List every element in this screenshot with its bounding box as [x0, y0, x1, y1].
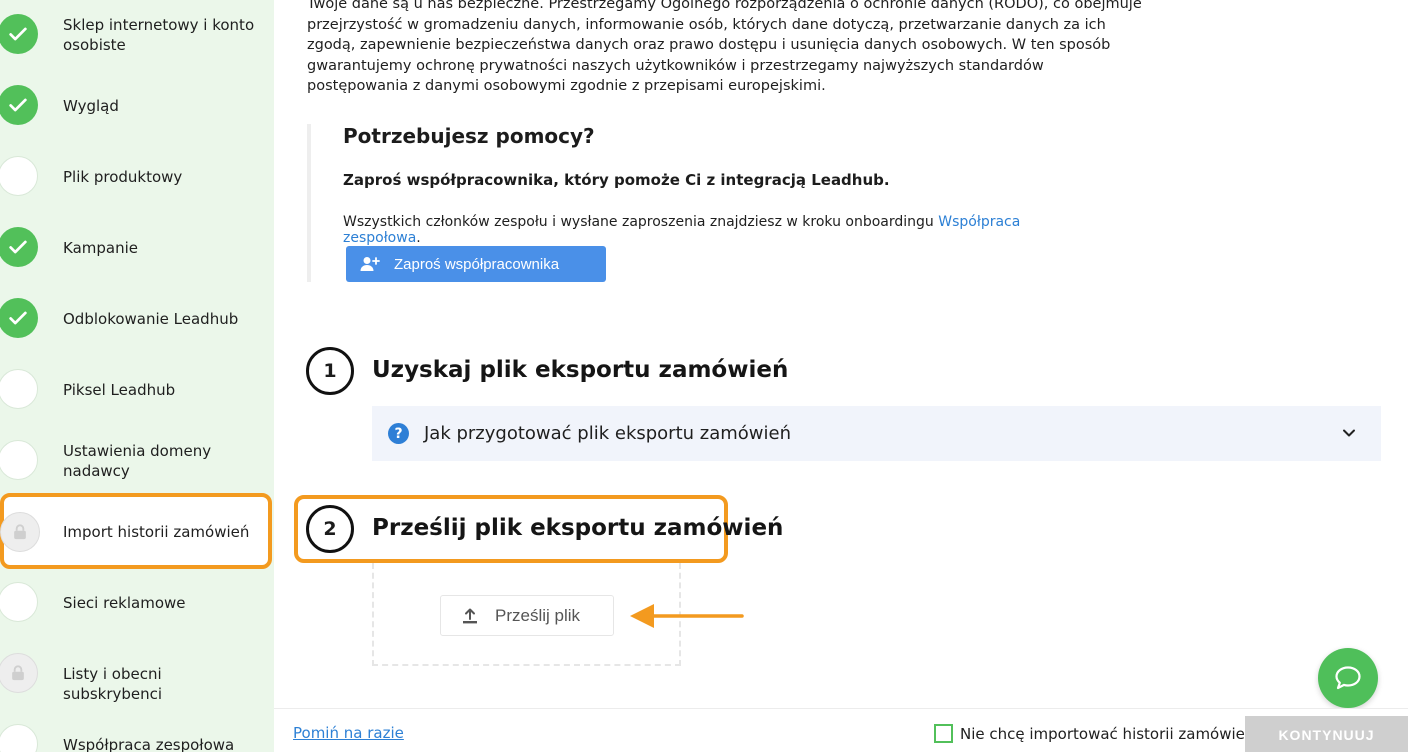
sidebar-step-label: Plik produktowy — [63, 168, 183, 186]
export-instructions-accordion[interactable]: ? Jak przygotować plik eksportu zamówień — [372, 406, 1381, 461]
help-text: Wszystkich członków zespołu i wysłane za… — [343, 214, 1067, 246]
no-import-label: Nie chcę importować historii zamówień — [960, 724, 1255, 743]
bottom-action-bar: Pomiń na razie Nie chcę importować histo… — [274, 708, 1408, 752]
upload-icon — [461, 607, 479, 625]
no-import-option[interactable]: Nie chcę importować historii zamówień — [934, 724, 1254, 743]
chat-button[interactable] — [1318, 648, 1378, 708]
check-icon — [0, 298, 38, 338]
upload-file-label: Prześlij plik — [495, 605, 581, 625]
continue-button[interactable]: KONTYNUUJ — [1245, 716, 1408, 752]
help-title: Potrzebujesz pomocy? — [343, 124, 595, 148]
sidebar-step-lists[interactable]: Listy i obecni subskrybenci — [0, 653, 274, 703]
check-icon — [0, 14, 38, 54]
sidebar-step-label: Import historii zamówień — [63, 523, 250, 541]
empty-circle-icon — [0, 156, 38, 196]
section-2-title: Prześlij plik eksportu zamówień — [372, 515, 784, 541]
invite-collaborator-button[interactable]: Zaproś współpracownika — [346, 246, 606, 282]
sidebar-step-team[interactable]: Współpraca zespołowa — [0, 724, 274, 752]
accordion-label: Jak przygotować plik eksportu zamówień — [424, 423, 791, 444]
sidebar-step-product-file[interactable]: Plik produktowy — [0, 156, 274, 196]
sidebar-step-ad-networks[interactable]: Sieci reklamowe — [0, 582, 274, 622]
sidebar-step-campaigns[interactable]: Kampanie — [0, 227, 274, 267]
help-text-body: Wszystkich członków zespołu i wysłane za… — [343, 214, 939, 230]
main-content: Twoje dane są u nas bezpieczne. Przestrz… — [274, 0, 1408, 752]
step-number-1: 1 — [306, 347, 354, 395]
sidebar-step-unlock[interactable]: Odblokowanie Leadhub — [0, 298, 274, 338]
no-import-checkbox[interactable] — [934, 724, 953, 743]
lock-icon — [0, 512, 40, 552]
sidebar-step-label: Odblokowanie Leadhub — [63, 310, 239, 328]
lock-icon — [0, 653, 38, 693]
sidebar-step-label: Sklep internetowy i konto osobiste — [63, 16, 255, 54]
upload-file-button[interactable]: Prześlij plik — [440, 595, 614, 636]
sidebar-step-order-import[interactable]: Import historii zamówień — [0, 512, 274, 552]
invite-collaborator-label: Zaproś współpracownika — [394, 255, 560, 273]
empty-circle-icon — [0, 582, 38, 622]
chat-bubble-icon — [1335, 666, 1361, 690]
check-icon — [0, 85, 38, 125]
sidebar-step-label: Kampanie — [63, 239, 138, 257]
chevron-down-icon — [1341, 425, 1357, 445]
add-user-icon — [360, 256, 380, 272]
sidebar-step-appearance[interactable]: Wygląd — [0, 85, 274, 125]
skip-for-now-link[interactable]: Pomiń na razie — [293, 724, 404, 742]
sidebar-step-shop[interactable]: Sklep internetowy i konto osobiste — [0, 14, 274, 54]
help-box: Potrzebujesz pomocy? Zaproś współpracown… — [307, 124, 1067, 282]
pointer-arrow-icon — [630, 604, 744, 628]
section-1-title: Uzyskaj plik eksportu zamówień — [372, 357, 789, 383]
sidebar-step-label: Współpraca zespołowa — [63, 736, 235, 752]
sidebar-step-pixel[interactable]: Piksel Leadhub — [0, 369, 274, 409]
onboarding-sidebar: Sklep internetowy i konto osobiste Wyglą… — [0, 0, 274, 752]
sidebar-step-label: Ustawienia domeny nadawcy — [63, 442, 212, 480]
sidebar-step-label: Listy i obecni subskrybenci — [63, 665, 163, 703]
empty-circle-icon — [0, 724, 38, 752]
empty-circle-icon — [0, 440, 38, 480]
gdpr-intro-text: Twoje dane są u nas bezpieczne. Przestrz… — [307, 0, 1142, 94]
sidebar-step-sender-domain[interactable]: Ustawienia domeny nadawcy — [0, 440, 274, 480]
question-icon: ? — [388, 423, 409, 444]
sidebar-step-label: Piksel Leadhub — [63, 381, 176, 399]
sidebar-step-label: Wygląd — [63, 97, 119, 115]
help-subtitle: Zaproś współpracownika, który pomoże Ci … — [343, 171, 890, 189]
sidebar-step-label: Sieci reklamowe — [63, 594, 186, 612]
empty-circle-icon — [0, 369, 38, 409]
check-icon — [0, 227, 38, 267]
help-text-end: . — [416, 230, 421, 246]
step-number-2: 2 — [306, 505, 354, 553]
